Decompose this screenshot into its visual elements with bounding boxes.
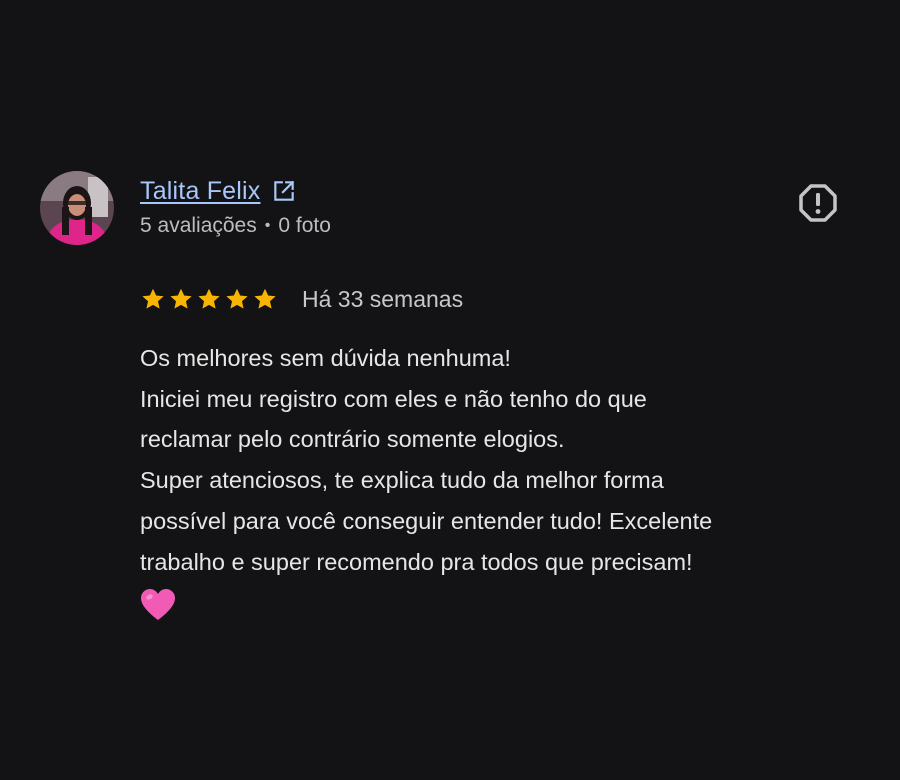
review-card: Talita Felix 5 avaliações • 0 foto Há 33… (0, 0, 900, 780)
review-text-line: possível para você conseguir entender tu… (140, 507, 713, 534)
review-text: Os melhores sem dúvida nenhuma! Iniciei … (140, 338, 860, 622)
review-text-line: Os melhores sem dúvida nenhuma! (140, 345, 511, 371)
author-info: Talita Felix 5 avaliações • 0 foto (140, 174, 331, 238)
reviews-count: 5 avaliações (140, 214, 257, 237)
meta-separator: • (264, 217, 271, 234)
open-in-new-icon[interactable] (271, 178, 297, 204)
report-flag-icon[interactable] (798, 183, 838, 223)
rating-row: Há 33 semanas (140, 281, 463, 317)
author-meta: 5 avaliações • 0 foto (140, 214, 331, 238)
star-icon (196, 286, 222, 312)
review-text-line: Iniciei meu registro com eles e não tenh… (140, 385, 647, 412)
author-name-row: Talita Felix (140, 174, 331, 208)
review-text-line: Super atenciosos, te explica tudo da mel… (140, 467, 664, 494)
author-avatar[interactable] (40, 171, 114, 245)
star-icon (252, 286, 278, 312)
author-name-link[interactable]: Talita Felix (140, 177, 261, 206)
pink-heart-emoji (140, 588, 176, 622)
review-text-line: trabalho e super recomendo pra todos que… (140, 548, 693, 575)
photos-count: 0 foto (278, 214, 331, 237)
star-icon (224, 286, 250, 312)
review-text-line: reclamar pelo contrário somente elogios. (140, 426, 565, 453)
star-icon (168, 286, 194, 312)
review-time: Há 33 semanas (302, 285, 464, 312)
star-rating (140, 286, 278, 312)
star-icon (140, 286, 166, 312)
